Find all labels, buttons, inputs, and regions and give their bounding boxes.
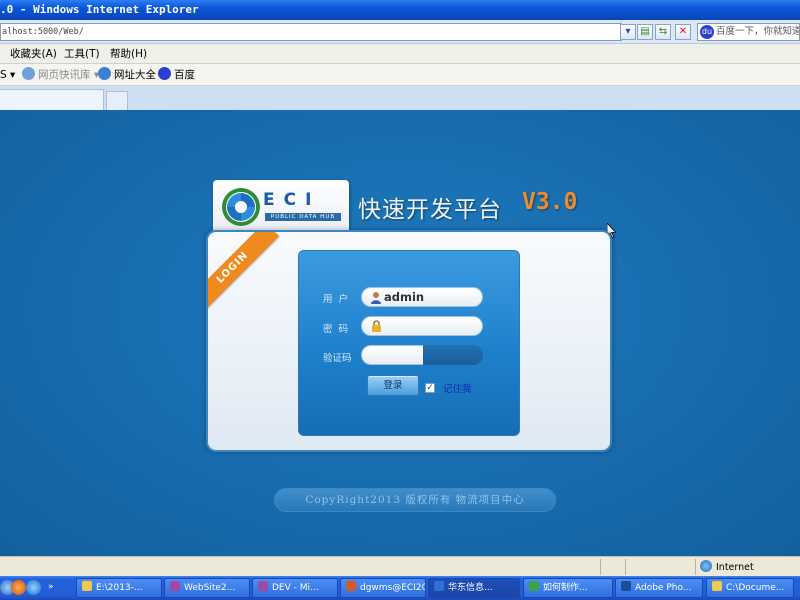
taskbar-item-7[interactable]: Adobe Pho... (615, 578, 703, 598)
password-label: 密 码 (323, 324, 349, 335)
password-field[interactable] (361, 316, 483, 336)
favorites-item-1[interactable]: S ▾ (0, 67, 15, 83)
taskbar-item-5[interactable]: 华东信息... (428, 578, 520, 598)
status-divider (625, 559, 626, 575)
status-bar: Internet (0, 556, 800, 576)
user-icon (371, 292, 381, 304)
baidu-icon (158, 67, 171, 80)
login-panel: LOGIN 用 户 admin 密 码 验证码 登录 ✓ 记住我 (206, 230, 612, 452)
favorites-item-baidu[interactable]: 百度 (158, 67, 195, 83)
checkmark-icon: ✓ (426, 383, 434, 393)
refresh-button[interactable]: ⇆ (655, 24, 671, 40)
eci-logo-icon (222, 188, 260, 226)
username-label: 用 户 (323, 294, 349, 305)
security-zone[interactable]: Internet (700, 560, 754, 573)
login-ribbon: LOGIN (208, 232, 279, 314)
search-placeholder: 百度一下，你就知道 (716, 26, 800, 37)
window-titlebar: .0 - Windows Internet Explorer (0, 0, 800, 20)
status-divider (600, 559, 601, 575)
address-input[interactable]: alhost:5000/Web/ (0, 23, 622, 41)
page-title: 快速开发平台 (358, 197, 502, 223)
eci-logo: ECI PUBLIC DATA HUB (213, 180, 349, 234)
copyright: CopyRight2013 版权所有 物流项目中心 (274, 488, 556, 512)
remember-label[interactable]: 记住我 (443, 381, 472, 395)
visual-studio-icon (258, 581, 268, 591)
window-title: .0 - Windows Internet Explorer (0, 3, 199, 16)
new-tab-button[interactable] (106, 91, 128, 110)
baidu-icon: du (700, 25, 714, 39)
login-button[interactable]: 登录 (367, 375, 419, 396)
tab-current[interactable] (0, 89, 104, 110)
taskbar-item-8[interactable]: C:\Docume... (706, 578, 794, 598)
remember-checkbox[interactable]: ✓ (425, 383, 435, 393)
captcha-label: 验证码 (323, 353, 352, 364)
taskbar-item-2[interactable]: WebSite2... (164, 578, 250, 598)
photoshop-icon (621, 581, 631, 591)
quicklaunch-firefox-icon[interactable] (11, 580, 26, 595)
menu-help[interactable]: 帮助(H) (110, 46, 147, 62)
close-icon: ✕ (678, 26, 688, 37)
visual-studio-icon (170, 581, 180, 591)
logo-subtitle: PUBLIC DATA HUB (265, 213, 341, 221)
menu-bar: 收藏夹(A) 工具(T) 帮助(H) (0, 44, 800, 64)
chevron-down-icon: ▾ (625, 26, 631, 37)
folder-icon (712, 581, 722, 591)
login-form: 用 户 admin 密 码 验证码 登录 ✓ 记住我 (298, 250, 520, 436)
username-value: admin (384, 290, 425, 304)
security-zone-label: Internet (716, 562, 754, 573)
status-divider (695, 559, 696, 575)
taskbar-item-4[interactable]: dgwms@ECI20 (340, 578, 426, 598)
taskbar-item-3[interactable]: DEV - Mi... (252, 578, 338, 598)
taskbar-item-1[interactable]: E:\2013-... (76, 578, 162, 598)
refresh-icon: ⇆ (658, 26, 668, 37)
menu-tools[interactable]: 工具(T) (64, 46, 100, 62)
database-icon (346, 581, 356, 591)
folder-icon (82, 581, 92, 591)
favorites-item-webslice[interactable]: 网页快讯库 ▾ (22, 67, 99, 83)
version-label: V3.0 (522, 189, 578, 215)
page-content: ECI PUBLIC DATA HUB 快速开发平台 V3.0 LOGIN 用 … (0, 110, 800, 556)
captcha-image[interactable] (423, 345, 483, 365)
webslice-icon (22, 67, 35, 80)
compatibility-view-button[interactable]: ▤ (637, 24, 653, 40)
ie-icon (434, 581, 444, 591)
favorites-item-sites[interactable]: 网址大全 (98, 67, 156, 83)
address-bar: alhost:5000/Web/ ▾ ▤ ⇆ ✕ du 百度一下，你就知道 (0, 20, 800, 44)
menu-favorites[interactable]: 收藏夹(A) (10, 46, 57, 62)
taskbar: » E:\2013-... WebSite2... DEV - Mi... dg… (0, 576, 800, 600)
lock-icon (372, 320, 381, 332)
logo-text: ECI (263, 190, 321, 210)
quicklaunch-expand-icon[interactable]: » (48, 582, 54, 592)
search-input[interactable]: du 百度一下，你就知道 (697, 23, 800, 41)
page-icon: ▤ (640, 26, 650, 37)
globe-icon (700, 560, 712, 572)
address-dropdown-button[interactable]: ▾ (620, 24, 636, 40)
favorites-bar: S ▾ 网页快讯库 ▾ 网址大全 百度 (0, 64, 800, 86)
chrome-icon (529, 581, 539, 591)
username-field[interactable]: admin (361, 287, 483, 307)
quicklaunch-ie-icon[interactable] (26, 580, 41, 595)
tab-strip (0, 86, 800, 110)
ie-icon (98, 67, 111, 80)
taskbar-item-6[interactable]: 如何制作... (523, 578, 613, 598)
stop-button[interactable]: ✕ (675, 24, 691, 40)
